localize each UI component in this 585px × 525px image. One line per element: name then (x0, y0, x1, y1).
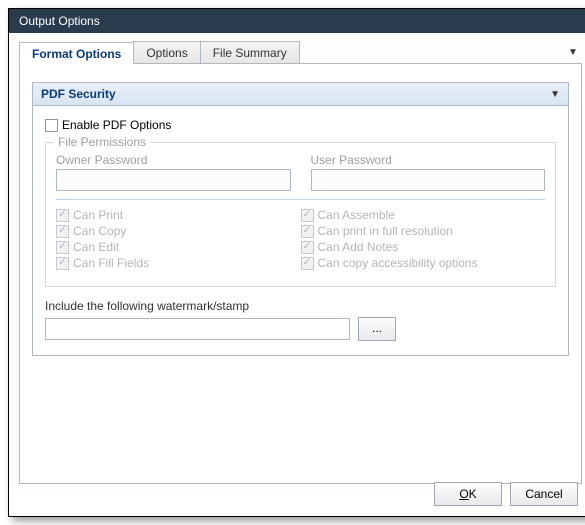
permissions-col-right: Can Assemble Can print in full resolutio… (301, 206, 546, 272)
can-edit-checkbox (56, 241, 69, 254)
section-header-pdf-security[interactable]: PDF Security ▼ (32, 82, 569, 106)
enable-pdf-options-label: Enable PDF Options (62, 118, 171, 132)
can-copy-checkbox (56, 225, 69, 238)
can-print-full-label: Can print in full resolution (318, 224, 453, 238)
owner-password-label: Owner Password (56, 153, 291, 167)
permissions-col-left: Can Print Can Copy Can Edit Can Fill Fie… (56, 206, 301, 272)
ok-button[interactable]: OK (434, 482, 502, 506)
window-title: Output Options (19, 14, 100, 28)
can-fill-fields-checkbox (56, 257, 69, 270)
can-copy-accessibility-checkbox (301, 257, 314, 270)
can-add-notes-checkbox (301, 241, 314, 254)
can-edit-label: Can Edit (73, 240, 119, 254)
titlebar: Output Options (9, 9, 585, 33)
user-password-input[interactable] (311, 169, 546, 191)
can-fill-fields-label: Can Fill Fields (73, 256, 149, 270)
cancel-button[interactable]: Cancel (510, 482, 578, 506)
enable-pdf-options-checkbox[interactable] (45, 119, 58, 132)
section-title: PDF Security (41, 87, 116, 101)
can-print-label: Can Print (73, 208, 123, 222)
password-row: Owner Password User Password (56, 153, 545, 191)
user-password-col: User Password (311, 153, 546, 191)
enable-pdf-options-row: Enable PDF Options (45, 118, 556, 132)
file-permissions-fieldset: File Permissions Owner Password User Pas… (45, 142, 556, 287)
divider (56, 199, 545, 200)
can-print-checkbox (56, 209, 69, 222)
dialog-body: Format Options Options File Summary ▼ PD… (9, 33, 585, 492)
watermark-browse-button[interactable]: ... (358, 317, 396, 341)
file-permissions-legend: File Permissions (54, 135, 150, 149)
owner-password-input[interactable] (56, 169, 291, 191)
can-assemble-checkbox (301, 209, 314, 222)
owner-password-col: Owner Password (56, 153, 291, 191)
watermark-label: Include the following watermark/stamp (45, 299, 556, 313)
section-collapse-icon[interactable]: ▼ (550, 89, 560, 100)
tab-format-options[interactable]: Format Options (19, 42, 134, 64)
can-add-notes-label: Can Add Notes (318, 240, 399, 254)
footer-buttons: OK Cancel (434, 482, 578, 506)
output-options-dialog: Output Options Format Options Options Fi… (8, 8, 585, 517)
can-copy-accessibility-label: Can copy accessibility options (318, 256, 478, 270)
permissions-grid: Can Print Can Copy Can Edit Can Fill Fie… (56, 206, 545, 272)
watermark-section: Include the following watermark/stamp ..… (45, 299, 556, 341)
tab-pane-format-options: PDF Security ▼ Enable PDF Options File P… (19, 64, 582, 484)
can-print-full-checkbox (301, 225, 314, 238)
watermark-input[interactable] (45, 318, 350, 340)
user-password-label: User Password (311, 153, 546, 167)
tab-options[interactable]: Options (133, 41, 200, 63)
top-tabs: Format Options Options File Summary ▼ (19, 41, 582, 64)
can-copy-label: Can Copy (73, 224, 126, 238)
tabs-overflow-icon[interactable]: ▼ (564, 47, 582, 58)
section-body-pdf-security: Enable PDF Options File Permissions Owne… (32, 106, 569, 356)
can-assemble-label: Can Assemble (318, 208, 395, 222)
tab-file-summary[interactable]: File Summary (200, 41, 300, 63)
